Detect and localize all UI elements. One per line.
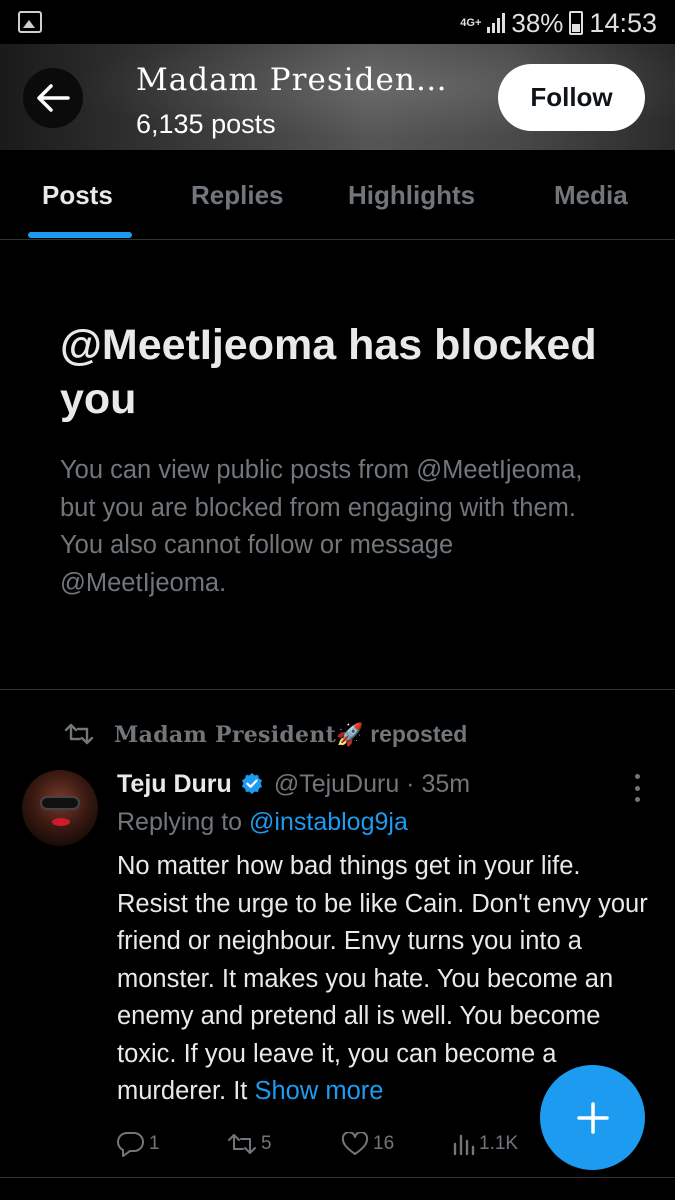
view-count: 1.1K [479,1133,519,1154]
more-options-icon[interactable] [626,774,648,802]
avatar[interactable] [22,770,98,846]
follow-button[interactable]: Follow [498,64,645,131]
replying-to: Replying to @instablog9ja [117,808,408,837]
compose-post-button[interactable] [540,1065,645,1170]
author-name[interactable]: Teju Duru [117,770,232,799]
like-button[interactable]: 16 [341,1126,394,1162]
repost-icon [64,723,94,745]
post-header: Teju Duru @TejuDuru · 35m [117,766,470,802]
repost-author: Madam President🚀 [114,721,364,748]
tab-highlights[interactable]: Highlights [348,150,475,240]
reply-mention-link[interactable]: @instablog9ja [249,808,408,836]
profile-name: Madam Presiden… [136,62,448,98]
repost-count: 5 [261,1133,272,1154]
battery-icon [569,11,584,35]
post-count: 6,135 posts [136,109,276,139]
back-button[interactable] [23,68,83,128]
views-chart-icon [453,1134,475,1156]
verified-badge-icon [241,773,262,794]
post-body: No matter how bad things get in your lif… [117,852,648,1105]
profile-tabs: Posts Replies Highlights Media [0,150,675,240]
tab-replies[interactable]: Replies [191,150,284,240]
repost-context[interactable]: Madam President🚀 reposted [64,718,467,750]
divider [0,689,675,690]
heart-icon [341,1132,369,1155]
show-more-link[interactable]: Show more [254,1077,383,1105]
divider [0,1177,675,1178]
blocked-title: @MeetIjeoma has blocked you [60,321,597,423]
like-count: 16 [373,1133,395,1154]
views-button[interactable]: 1.1K [451,1126,518,1162]
tab-media[interactable]: Media [554,150,628,240]
replying-prefix: Replying to [117,808,243,836]
network-type: 4G+ [460,16,482,29]
reply-button[interactable]: 1 [117,1126,160,1162]
repost-icon [228,1134,256,1154]
signal-icon [487,13,506,33]
comment-icon [117,1131,144,1157]
reply-count: 1 [149,1133,160,1154]
blocked-description: You can view public posts from @MeetIjeo… [60,456,583,597]
gallery-notification-icon [18,11,42,33]
active-tab-indicator [28,232,132,238]
plus-icon [576,1101,609,1134]
status-bar: 4G+ 38% 14:53 [0,0,675,44]
arrow-left-icon [37,84,70,112]
repost-suffix: reposted [370,720,468,747]
tab-posts[interactable]: Posts [42,150,113,240]
repost-button[interactable]: 5 [227,1126,272,1162]
battery-percent: 38% [511,7,564,38]
profile-header: Madam Presiden… 6,135 posts Follow [0,44,675,150]
clock: 14:53 [589,7,657,38]
status-indicators: 4G+ 38% 14:53 [460,7,657,39]
author-handle-time: @TejuDuru · 35m [273,769,471,798]
